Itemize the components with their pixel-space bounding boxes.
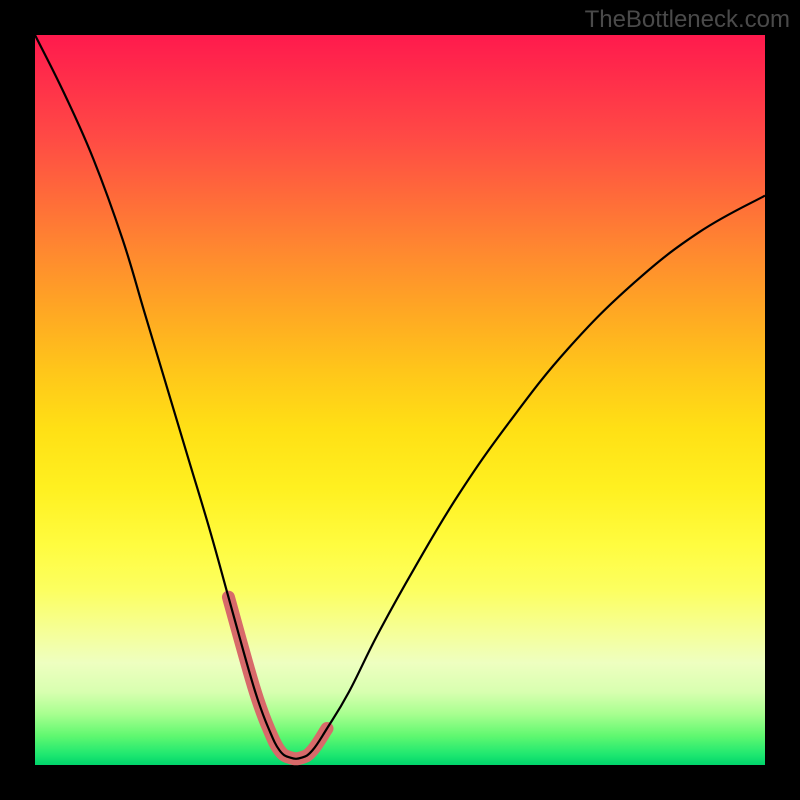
chart-svg: [35, 35, 765, 765]
bottleneck-curve: [35, 35, 765, 759]
chart-plot-area: [35, 35, 765, 765]
optimal-range-highlight: [228, 597, 327, 759]
watermark-text: TheBottleneck.com: [585, 6, 790, 34]
